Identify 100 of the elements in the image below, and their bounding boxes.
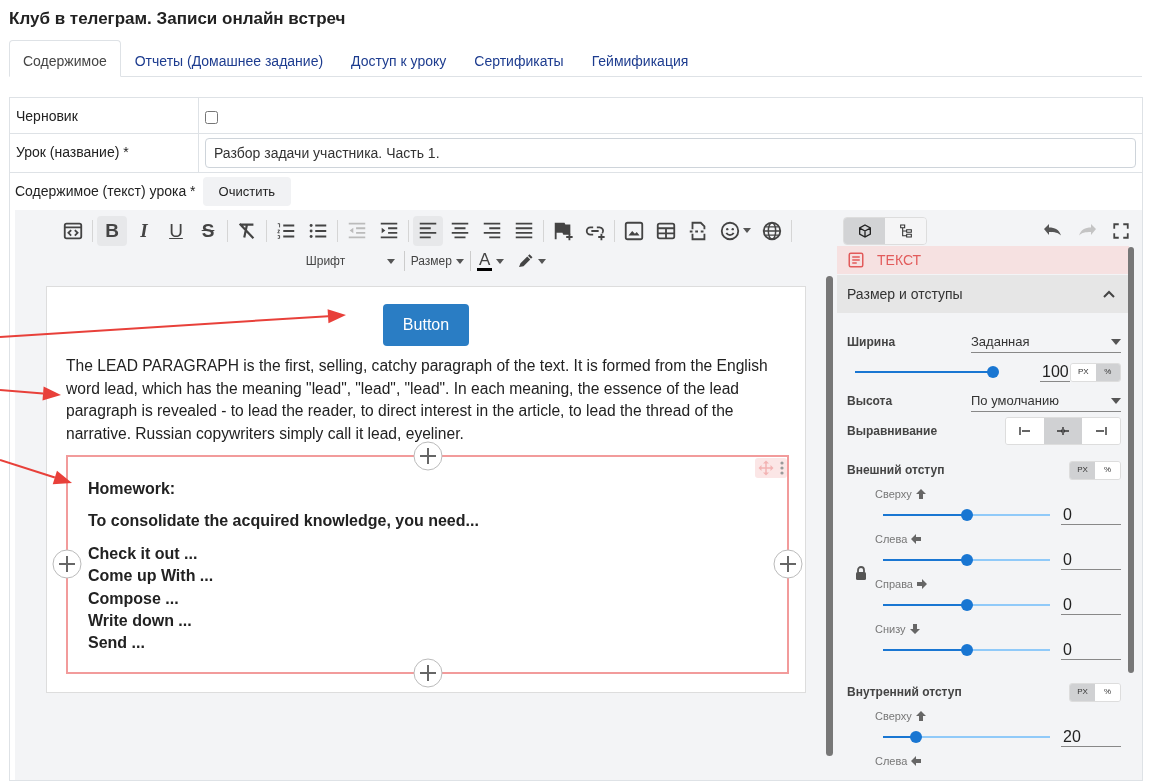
unit-toggle[interactable]: % xyxy=(1095,461,1120,479)
align-option[interactable] xyxy=(1082,418,1120,444)
clear-button[interactable]: Очистить xyxy=(202,177,292,206)
unit-toggle[interactable]: % xyxy=(1095,683,1120,701)
side-label: Слева xyxy=(875,753,1121,769)
element-type-label: ТЕКСТ xyxy=(877,250,922,270)
add-icon[interactable] xyxy=(413,441,443,471)
field-label: Урок (название) * xyxy=(16,144,129,160)
chevron-icon xyxy=(1103,290,1115,298)
homework-item: Compose ... xyxy=(88,588,179,609)
side-label: Сверху xyxy=(875,708,1121,724)
setting-label: Внутренний отступ xyxy=(847,684,962,701)
setting-label: Внешний отступ xyxy=(847,462,945,479)
text-color-button[interactable]: A xyxy=(476,251,505,271)
scrollbar[interactable] xyxy=(1128,247,1134,673)
page-title: Клуб в телеграм. Записи онлайн встреч xyxy=(9,8,346,30)
fullscreen-icon[interactable] xyxy=(1112,221,1130,240)
slider-thumb[interactable] xyxy=(910,731,923,743)
arrow-left-icon xyxy=(910,755,923,767)
underline-button[interactable]: U xyxy=(161,215,191,246)
cube-icon xyxy=(856,222,873,239)
unit-toggle[interactable]: PX xyxy=(1071,363,1096,381)
homework-item: Write down ... xyxy=(88,610,192,631)
bold-button[interactable]: B xyxy=(97,215,127,246)
number-field[interactable]: 0 xyxy=(1061,550,1121,570)
align-left-button[interactable] xyxy=(413,215,443,246)
select-field[interactable]: Заданная xyxy=(971,331,1121,353)
add-icon[interactable] xyxy=(413,658,443,688)
size-dropdown[interactable]: Размер xyxy=(410,252,464,270)
arrow-top-icon xyxy=(914,488,927,500)
caret-icon xyxy=(538,258,547,264)
side-label: Слева xyxy=(875,531,1121,547)
highlight-button[interactable] xyxy=(516,252,547,270)
slider-thumb[interactable] xyxy=(960,509,973,521)
side-label: Сверху xyxy=(875,486,1121,502)
homework-title: Homework: xyxy=(88,479,176,499)
tab[interactable]: Содержимое xyxy=(9,40,121,77)
marker-icon xyxy=(516,252,535,270)
view-mode-button[interactable] xyxy=(844,217,885,244)
slider-thumb[interactable] xyxy=(960,554,973,566)
draft-checkbox[interactable] xyxy=(205,111,218,124)
align-option[interactable] xyxy=(1044,418,1082,444)
unit-toggle[interactable]: PX xyxy=(1070,683,1095,701)
smiley-icon xyxy=(719,219,741,242)
homework-intro: To consolidate the acquired knowledge, you need... xyxy=(88,511,479,531)
add-icon[interactable] xyxy=(773,549,803,579)
caret-icon xyxy=(1111,397,1121,404)
slider-thumb[interactable] xyxy=(960,599,973,611)
arrow-left-icon xyxy=(910,533,923,545)
align-option[interactable] xyxy=(1006,418,1044,444)
homework-item: Check it out ... xyxy=(88,544,198,564)
image-icon xyxy=(623,219,645,242)
select-field[interactable]: По умолчанию xyxy=(971,390,1121,412)
tab[interactable]: Геймификация xyxy=(577,40,703,76)
content-button[interactable]: Button xyxy=(383,304,469,346)
annotation-arrow xyxy=(0,386,61,401)
strike-button[interactable]: S xyxy=(193,215,223,246)
side-label: Снизу xyxy=(875,621,1121,637)
caret-icon xyxy=(496,258,505,264)
number-field[interactable]: 20 xyxy=(1061,727,1121,747)
unit-toggle[interactable]: % xyxy=(1095,363,1120,381)
homework-item: Send ... xyxy=(88,633,145,654)
arrow-top-icon xyxy=(914,710,927,722)
section-header[interactable]: Размер и отступы xyxy=(837,275,1129,313)
tab[interactable]: Доступ к уроку xyxy=(337,40,461,76)
scrollbar[interactable] xyxy=(826,276,833,756)
annotation-arrow xyxy=(0,459,72,485)
lead-paragraph: The LEAD PARAGRAPH is the first, selling, catchy paragraph of the text. It is formed from the English word lead, which has the meaning "lead", "lead", "lead". In each meaning, the essence of the lead paragraph is revealed - to lead the reader, to direct interest in the article, to lead the thread of the narrative. Russian copywriters simply call it lead, eyeliner. xyxy=(65,356,769,444)
align-right-icon xyxy=(1094,424,1108,438)
arrow-right-icon xyxy=(916,578,928,590)
font-dropdown[interactable]: Шрифт xyxy=(305,252,398,270)
setting-label: Выравнивание xyxy=(847,423,938,440)
number-field[interactable]: 100 xyxy=(1040,362,1070,382)
setting-label: Высота xyxy=(847,393,893,410)
caret-icon xyxy=(743,228,751,233)
number-field[interactable]: 0 xyxy=(1061,505,1121,525)
add-icon[interactable] xyxy=(52,549,82,579)
align-center-icon xyxy=(1056,424,1070,438)
setting-label: Ширина xyxy=(847,334,896,351)
tab[interactable]: Сертификаты xyxy=(460,40,578,76)
number-field[interactable]: 0 xyxy=(1061,595,1121,615)
tab[interactable]: Отчеты (Домашнее задание) xyxy=(120,40,338,76)
globe-icon xyxy=(761,219,783,242)
lesson-name-field[interactable]: Разбор задачи участника. Часть 1. xyxy=(205,138,1136,168)
slider-thumb[interactable] xyxy=(987,366,999,378)
italic-button[interactable]: I xyxy=(129,215,159,246)
text-block-icon xyxy=(847,251,865,269)
align-left-icon xyxy=(1018,424,1032,438)
arrow-bottom-icon xyxy=(908,623,921,635)
field-label: Черновик xyxy=(16,108,78,124)
slider-thumb[interactable] xyxy=(960,644,973,656)
caret-icon xyxy=(455,258,464,264)
caret-icon xyxy=(1111,338,1121,345)
unit-toggle[interactable]: PX xyxy=(1070,461,1095,479)
number-field[interactable]: 0 xyxy=(1061,640,1121,660)
tree-icon xyxy=(897,222,914,239)
caret-icon xyxy=(386,258,395,264)
side-label: Справа xyxy=(875,576,1121,592)
field-label: Содержимое (текст) урока * xyxy=(15,182,196,201)
lock-icon[interactable] xyxy=(855,566,867,580)
